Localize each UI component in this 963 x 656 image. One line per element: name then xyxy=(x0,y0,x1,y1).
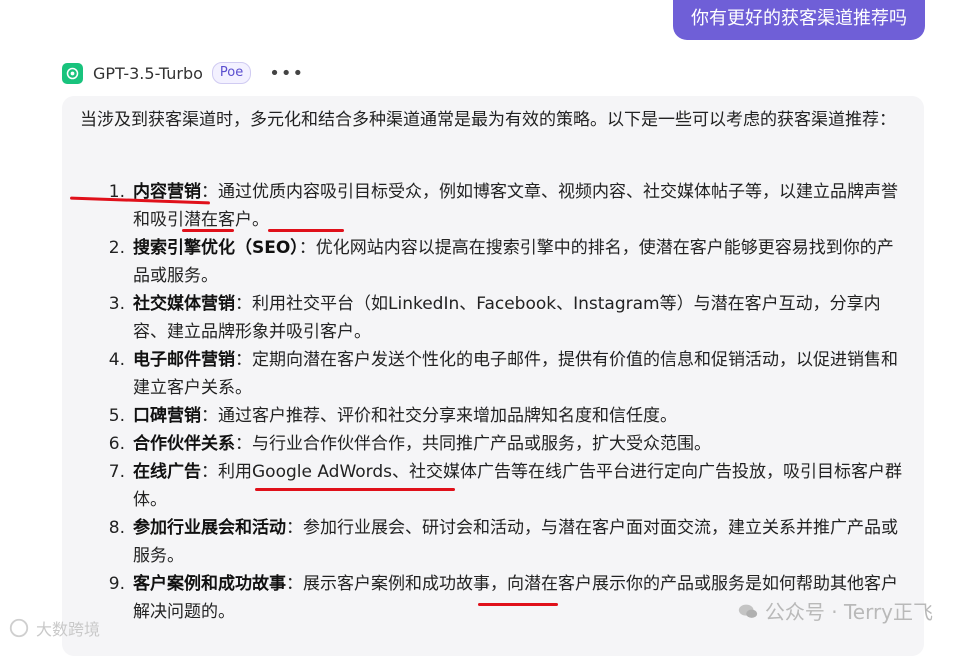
list-item: 5. 口碑营销：通过客户推荐、评价和社交分享来增加品牌知名度和信任度。 xyxy=(80,402,910,430)
annotation-underline xyxy=(268,229,344,232)
list-item-title: 电子邮件营销 xyxy=(133,350,235,370)
list-item-text: ：定期向潜在客户发送个性化的电子邮件，提供有价值的信息和促销活动，以促进销售和建… xyxy=(133,350,898,398)
list-item-text: ：利用Google AdWords、社交媒体广告等在线广告平台进行定向广告投放，… xyxy=(133,462,903,510)
message-intro: 当涉及到获客渠道时，多元化和结合多种渠道通常是最为有效的策略。以下是一些可以考虑… xyxy=(80,110,896,130)
bot-header: GPT-3.5-Turbo Poe ••• xyxy=(62,60,304,86)
annotation-underline xyxy=(478,603,558,606)
watermark-logo-icon xyxy=(9,618,29,638)
wechat-icon xyxy=(738,604,758,618)
annotation-underline xyxy=(255,488,455,491)
list-item-text: ：与行业合作伙伴合作，共同推广产品或服务，扩大受众范围。 xyxy=(235,434,711,454)
list-item-text: ：通过优质内容吸引目标受众，例如博客文章、视频内容、社交媒体帖子等，以建立品牌声… xyxy=(133,182,898,230)
list-item-title: 在线广告 xyxy=(133,462,201,482)
openai-logo-icon xyxy=(62,62,83,84)
list-item-title: 客户案例和成功故事 xyxy=(133,574,286,594)
list-item-number: 8. xyxy=(108,518,125,538)
list-item-title: 合作伙伴关系 xyxy=(133,434,235,454)
annotation-underline xyxy=(182,229,234,232)
list-item-number: 3. xyxy=(108,294,125,314)
list-item: 8. 参加行业展会和活动：参加行业展会、研讨会和活动，与潜在客户面对面交流，建立… xyxy=(80,514,910,570)
list-item-number: 2. xyxy=(108,238,125,258)
watermark-right: 公众号 · Terry正飞 xyxy=(737,596,933,625)
list-item-title: 社交媒体营销 xyxy=(133,294,235,314)
list-item-number: 4. xyxy=(108,350,125,370)
list-item: 6. 合作伙伴关系：与行业合作伙伴合作，共同推广产品或服务，扩大受众范围。 xyxy=(80,430,910,458)
list-item-text: ：通过客户推荐、评价和社交分享来增加品牌知名度和信任度。 xyxy=(201,406,677,426)
list-item-title: 口碑营销 xyxy=(133,406,201,426)
list-item-number: 6. xyxy=(108,434,125,454)
watermark-left: 大数跨境 xyxy=(8,616,100,640)
list-item: 3. 社交媒体营销：利用社交平台（如LinkedIn、Facebook、Inst… xyxy=(80,290,910,346)
bot-name[interactable]: GPT-3.5-Turbo xyxy=(93,64,203,83)
list-item: 2. 搜索引擎优化（SEO）：优化网站内容以提高在搜索引擎中的排名，使潜在客户能… xyxy=(80,234,910,290)
recommendation-list: 1. 内容营销：通过优质内容吸引目标受众，例如博客文章、视频内容、社交媒体帖子等… xyxy=(80,178,910,626)
list-item: 1. 内容营销：通过优质内容吸引目标受众，例如博客文章、视频内容、社交媒体帖子等… xyxy=(80,178,910,234)
list-item-title: 参加行业展会和活动 xyxy=(133,518,286,538)
list-item: 4. 电子邮件营销：定期向潜在客户发送个性化的电子邮件，提供有价值的信息和促销活… xyxy=(80,346,910,402)
more-options-button[interactable]: ••• xyxy=(269,63,304,84)
watermark-left-text: 大数跨境 xyxy=(36,620,101,639)
list-item-text: ：利用社交平台（如LinkedIn、Facebook、Instagram等）与潜… xyxy=(133,294,881,342)
list-item-title: 搜索引擎优化（SEO） xyxy=(133,238,299,258)
user-message-bubble: 你有更好的获客渠道推荐吗 xyxy=(673,0,925,40)
list-item-number: 7. xyxy=(108,462,125,482)
poe-badge: Poe xyxy=(211,62,252,84)
bot-message-card: 当涉及到获客渠道时，多元化和结合多种渠道通常是最为有效的策略。以下是一些可以考虑… xyxy=(62,96,924,656)
watermark-right-text: 公众号 · Terry正飞 xyxy=(764,600,933,624)
list-item-number: 1. xyxy=(108,182,125,202)
list-item: 7. 在线广告：利用Google AdWords、社交媒体广告等在线广告平台进行… xyxy=(80,458,910,514)
list-item-number: 5. xyxy=(108,406,125,426)
user-message-text: 你有更好的获客渠道推荐吗 xyxy=(691,8,907,29)
